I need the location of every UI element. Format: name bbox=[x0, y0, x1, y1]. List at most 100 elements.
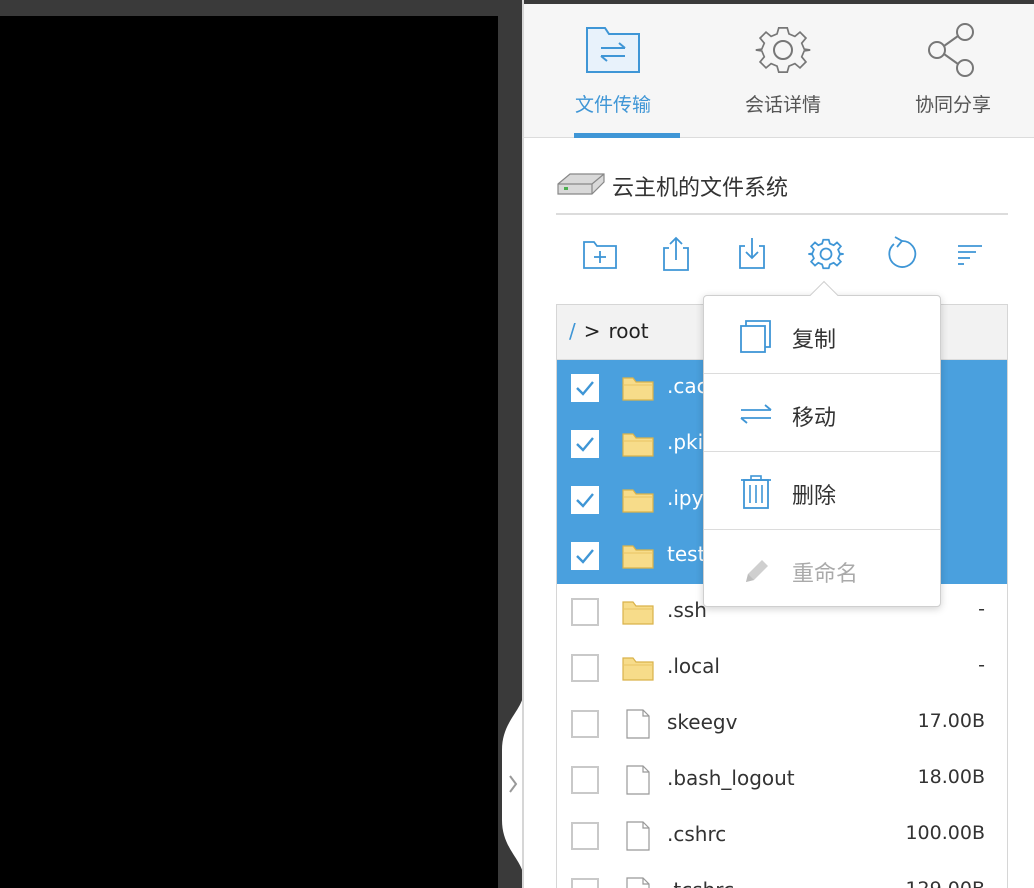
panel-tabs: 文件传输 会话详情 协同分享 bbox=[524, 4, 1034, 138]
file-icon bbox=[626, 709, 650, 739]
file-size: 100.00B bbox=[905, 822, 985, 844]
file-size: - bbox=[978, 654, 985, 676]
file-row[interactable]: .local - bbox=[557, 640, 1007, 696]
checkmark-icon bbox=[576, 549, 594, 564]
active-tab-underline bbox=[574, 133, 680, 138]
file-row[interactable]: skeegv 17.00B bbox=[557, 696, 1007, 752]
breadcrumb-current: root bbox=[608, 319, 649, 343]
file-row[interactable]: .tcshrc 129.00B bbox=[557, 864, 1007, 888]
row-checkbox[interactable] bbox=[571, 654, 599, 682]
row-checkbox[interactable] bbox=[571, 766, 599, 794]
new-folder-button[interactable] bbox=[580, 234, 620, 274]
menu-item-move[interactable]: 移动 bbox=[704, 374, 940, 452]
move-icon bbox=[740, 404, 772, 424]
file-name: test bbox=[667, 542, 706, 566]
breadcrumb-root-link[interactable]: / bbox=[569, 319, 576, 343]
tab-collab-share[interactable]: 协同分享 bbox=[878, 4, 1028, 138]
row-checkbox[interactable] bbox=[571, 374, 599, 402]
folder-icon bbox=[622, 489, 654, 513]
hard-drive-icon bbox=[557, 173, 605, 195]
file-name: .cshrc bbox=[667, 822, 727, 846]
folder-icon bbox=[622, 433, 654, 457]
tab-label: 协同分享 bbox=[914, 94, 991, 116]
checkmark-icon bbox=[576, 493, 594, 508]
sort-button[interactable] bbox=[950, 234, 990, 274]
folder-icon bbox=[621, 540, 655, 572]
row-checkbox[interactable] bbox=[571, 430, 599, 458]
menu-item-label: 重命名 bbox=[792, 562, 859, 587]
upload-icon bbox=[663, 236, 689, 271]
folder-transfer-icon bbox=[586, 27, 640, 73]
menu-item-copy[interactable]: 复制 bbox=[704, 296, 940, 374]
row-checkbox[interactable] bbox=[571, 878, 599, 888]
filesystem-header: 云主机的文件系统 bbox=[556, 160, 1008, 215]
collapse-panel-handle[interactable] bbox=[500, 690, 524, 880]
gear-icon bbox=[808, 238, 844, 270]
menu-item-delete[interactable]: 删除 bbox=[704, 452, 940, 530]
row-checkbox[interactable] bbox=[571, 710, 599, 738]
file-icon bbox=[621, 876, 655, 888]
file-name: .pki bbox=[667, 430, 704, 454]
refresh-button[interactable] bbox=[882, 234, 922, 274]
terminal-frame bbox=[0, 0, 522, 888]
download-button[interactable] bbox=[732, 234, 772, 274]
checkmark-icon bbox=[576, 437, 594, 452]
app-root: 文件传输 会话详情 协同分享 云主机的文件系统 / > root .cache … bbox=[0, 0, 1034, 888]
file-name: skeegv bbox=[667, 710, 738, 734]
new-folder-icon bbox=[583, 241, 617, 269]
checkmark-icon bbox=[576, 381, 594, 396]
tab-label: 会话详情 bbox=[744, 94, 821, 116]
file-row[interactable]: .cshrc 100.00B bbox=[557, 808, 1007, 864]
download-icon bbox=[739, 238, 765, 269]
row-checkbox[interactable] bbox=[571, 822, 599, 850]
folder-icon bbox=[622, 377, 654, 401]
refresh-icon bbox=[888, 236, 917, 268]
row-checkbox[interactable] bbox=[571, 486, 599, 514]
file-size: 18.00B bbox=[917, 766, 985, 788]
folder-icon bbox=[621, 652, 655, 684]
row-checkbox[interactable] bbox=[571, 542, 599, 570]
row-checkbox[interactable] bbox=[571, 598, 599, 626]
folder-icon bbox=[622, 545, 654, 569]
menu-item-label: 复制 bbox=[792, 328, 837, 353]
file-icon bbox=[621, 708, 655, 740]
file-name: .bash_logout bbox=[667, 766, 795, 790]
menu-item-rename[interactable]: 重命名 bbox=[704, 530, 940, 608]
folder-icon bbox=[622, 601, 654, 625]
file-size: 129.00B bbox=[905, 878, 985, 888]
file-row[interactable]: .bash_logout 18.00B bbox=[557, 752, 1007, 808]
copy-icon bbox=[740, 320, 771, 353]
terminal-screen[interactable] bbox=[0, 16, 498, 888]
breadcrumb-separator: > bbox=[583, 319, 601, 343]
sort-icon bbox=[958, 245, 982, 265]
menu-item-label: 删除 bbox=[792, 484, 837, 509]
file-name: .tcshrc bbox=[667, 878, 734, 888]
file-icon bbox=[626, 877, 650, 888]
menu-item-label: 移动 bbox=[792, 406, 837, 431]
file-icon bbox=[621, 820, 655, 852]
trash-icon bbox=[741, 475, 771, 509]
upload-button[interactable] bbox=[656, 234, 696, 274]
file-name: .ssh bbox=[667, 598, 707, 622]
settings-popup-menu: 复制 移动 删除 重命名 bbox=[703, 280, 941, 608]
pencil-icon bbox=[746, 560, 768, 582]
gear-icon bbox=[755, 27, 811, 73]
folder-icon bbox=[622, 657, 654, 681]
file-icon bbox=[626, 765, 650, 795]
settings-button[interactable] bbox=[806, 234, 846, 274]
folder-icon bbox=[621, 596, 655, 628]
share-icon bbox=[928, 23, 974, 77]
tab-session-details[interactable]: 会话详情 bbox=[708, 4, 858, 138]
folder-icon bbox=[621, 372, 655, 404]
folder-icon bbox=[621, 428, 655, 460]
file-size: 17.00B bbox=[917, 710, 985, 732]
folder-icon bbox=[621, 484, 655, 516]
file-name: .local bbox=[667, 654, 720, 678]
tab-file-transfer[interactable]: 文件传输 bbox=[538, 4, 688, 138]
tab-label: 文件传输 bbox=[574, 94, 651, 116]
file-size: - bbox=[978, 598, 985, 620]
filesystem-title: 云主机的文件系统 bbox=[612, 176, 789, 201]
file-toolbar bbox=[556, 230, 1008, 278]
file-icon bbox=[626, 821, 650, 851]
chevron-right-icon bbox=[502, 690, 524, 880]
